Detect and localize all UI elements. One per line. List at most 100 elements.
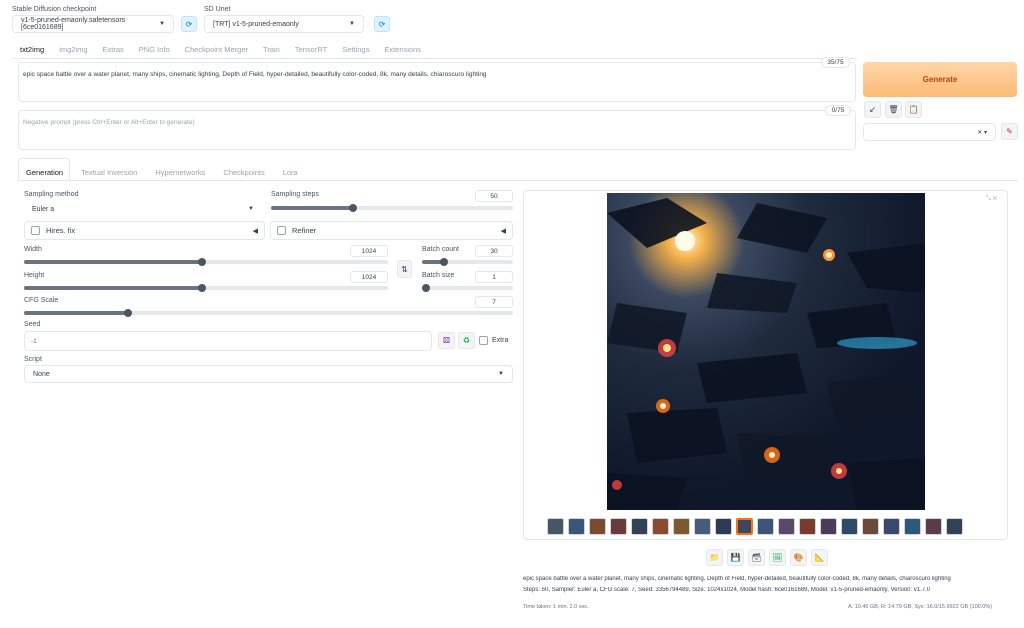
thumbnail[interactable]: [694, 518, 711, 535]
thumbnail[interactable]: [757, 518, 774, 535]
thumbnail[interactable]: [715, 518, 732, 535]
hires-fix-accordion[interactable]: Hires. fix ◀: [24, 221, 265, 240]
refiner-accordion[interactable]: Refiner ◀: [270, 221, 513, 240]
thumbnail[interactable]: [820, 518, 837, 535]
thumbnail[interactable]: [631, 518, 648, 535]
subtab-textual-inversion[interactable]: Textual Inversion: [81, 168, 137, 177]
zip-button[interactable]: 🗃: [748, 549, 765, 566]
archive-icon: 🗃: [751, 553, 762, 562]
reuse-seed-button[interactable]: ♻: [458, 332, 475, 349]
extra-toggle[interactable]: Extra: [479, 336, 508, 345]
thumbnail[interactable]: [547, 518, 564, 535]
send-to-img2img-button[interactable]: 🖼: [769, 549, 786, 566]
hires-fix-checkbox[interactable]: [31, 226, 40, 235]
subtabs-divider: [18, 180, 1018, 181]
tab-extras[interactable]: Extras: [103, 45, 124, 54]
unet-select[interactable]: [TRT] v1-5-pruned-emaonly ▼: [204, 15, 364, 33]
tab-train[interactable]: Train: [263, 45, 280, 54]
batch-count-input[interactable]: 30: [475, 245, 513, 257]
seed-value: -1: [31, 337, 37, 345]
negative-prompt-placeholder: Negative prompt (press Ctrl+Enter or Alt…: [23, 119, 195, 126]
tab-checkpoint-merger[interactable]: Checkpoint Merger: [185, 45, 248, 54]
random-seed-button[interactable]: ⚄: [438, 332, 455, 349]
thumbnail[interactable]: [652, 518, 669, 535]
subtab-checkpoints[interactable]: Checkpoints: [223, 168, 264, 177]
extra-label: Extra: [492, 337, 509, 344]
sampling-method-select[interactable]: Euler a ▼: [24, 201, 262, 217]
space-battle-image: [607, 198, 925, 510]
subtab-hypernetworks[interactable]: Hypernetworks: [155, 168, 205, 177]
save-button[interactable]: 💾: [727, 549, 744, 566]
chevron-down-icon: ▼: [159, 21, 165, 27]
width-input[interactable]: 1024: [350, 245, 388, 257]
width-slider[interactable]: [24, 258, 388, 266]
tab-tensorrt[interactable]: TensorRT: [295, 45, 327, 54]
styles-select[interactable]: ✕ ▾: [863, 123, 996, 141]
slider-knob[interactable]: [124, 309, 132, 317]
open-folder-button[interactable]: 📁: [706, 549, 723, 566]
send-to-extras-button[interactable]: 📐: [811, 549, 828, 566]
thumbnail[interactable]: [904, 518, 921, 535]
height-input[interactable]: 1024: [350, 271, 388, 283]
trash-icon: 🗑: [888, 105, 899, 114]
edit-styles-button[interactable]: ✎: [1001, 123, 1018, 140]
thumbnail[interactable]: [568, 518, 585, 535]
tab-img2img[interactable]: img2img: [59, 45, 87, 54]
slider-knob[interactable]: [349, 204, 357, 212]
refiner-checkbox[interactable]: [277, 226, 286, 235]
batch-size-slider[interactable]: [422, 284, 513, 292]
slider-knob[interactable]: [440, 258, 448, 266]
cfg-scale-slider[interactable]: [24, 309, 513, 317]
sampling-steps-slider[interactable]: [271, 204, 513, 212]
swap-dimensions-button[interactable]: ⇅: [397, 260, 412, 278]
collapse-arrow-icon: ◀: [500, 227, 506, 235]
hires-fix-label: Hires. fix: [46, 226, 76, 235]
tab-extensions[interactable]: Extensions: [384, 45, 421, 54]
thumbnail[interactable]: [799, 518, 816, 535]
thumbnail-selected[interactable]: [736, 518, 753, 535]
subtab-lora[interactable]: Lora: [283, 168, 298, 177]
thumbnail[interactable]: [925, 518, 942, 535]
thumbnail[interactable]: [778, 518, 795, 535]
sampling-steps-label: Sampling steps: [271, 191, 319, 198]
extra-checkbox[interactable]: [479, 336, 488, 345]
slider-knob[interactable]: [198, 284, 206, 292]
seed-input[interactable]: -1: [24, 331, 432, 351]
prompt-textarea[interactable]: epic space battle over a water planet, m…: [18, 62, 856, 102]
thumbnail[interactable]: [862, 518, 879, 535]
checkpoint-select[interactable]: v1-5-pruned-emaonly.safetensors [6ce0161…: [12, 15, 174, 33]
apply-style-button[interactable]: 📋: [905, 101, 922, 118]
thumbnail[interactable]: [673, 518, 690, 535]
batch-size-input[interactable]: 1: [475, 271, 513, 283]
tab-settings[interactable]: Settings: [342, 45, 369, 54]
cfg-scale-label: CFG Scale: [24, 297, 59, 304]
script-select[interactable]: None ▼: [24, 365, 513, 383]
slider-knob[interactable]: [198, 258, 206, 266]
sampling-method-label: Sampling method: [24, 191, 79, 198]
thumbnail[interactable]: [946, 518, 963, 535]
slider-knob[interactable]: [422, 284, 430, 292]
checkpoint-value: v1-5-pruned-emaonly.safetensors [6ce0161…: [21, 17, 126, 31]
refresh-unet-button[interactable]: ⟳: [374, 16, 390, 32]
refresh-checkpoint-button[interactable]: ⟳: [181, 16, 197, 32]
tab-png-info[interactable]: PNG Info: [139, 45, 170, 54]
clear-prompt-button[interactable]: 🗑: [885, 101, 902, 118]
batch-count-slider[interactable]: [422, 258, 513, 266]
thumbnail[interactable]: [841, 518, 858, 535]
time-taken: Time taken: 1 min. 2.0 sec.: [523, 604, 589, 610]
sampling-steps-input[interactable]: 50: [475, 190, 513, 202]
clear-and-chevron-icon: ✕ ▾: [977, 129, 987, 136]
thumbnail[interactable]: [589, 518, 606, 535]
cfg-scale-input[interactable]: 7: [475, 296, 513, 308]
send-to-inpaint-button[interactable]: 🎨: [790, 549, 807, 566]
gallery-window-controls[interactable]: ⤡ ✕: [986, 196, 997, 203]
read-params-button[interactable]: ↙: [864, 101, 881, 118]
tab-txt2img[interactable]: txt2img: [20, 45, 44, 54]
subtab-generation[interactable]: Generation: [26, 168, 63, 177]
thumbnail[interactable]: [883, 518, 900, 535]
generated-image[interactable]: [607, 193, 925, 510]
thumbnail[interactable]: [610, 518, 627, 535]
height-slider[interactable]: [24, 284, 388, 292]
generate-button[interactable]: Generate: [863, 62, 1017, 97]
negative-prompt-textarea[interactable]: Negative prompt (press Ctrl+Enter or Alt…: [18, 110, 856, 150]
